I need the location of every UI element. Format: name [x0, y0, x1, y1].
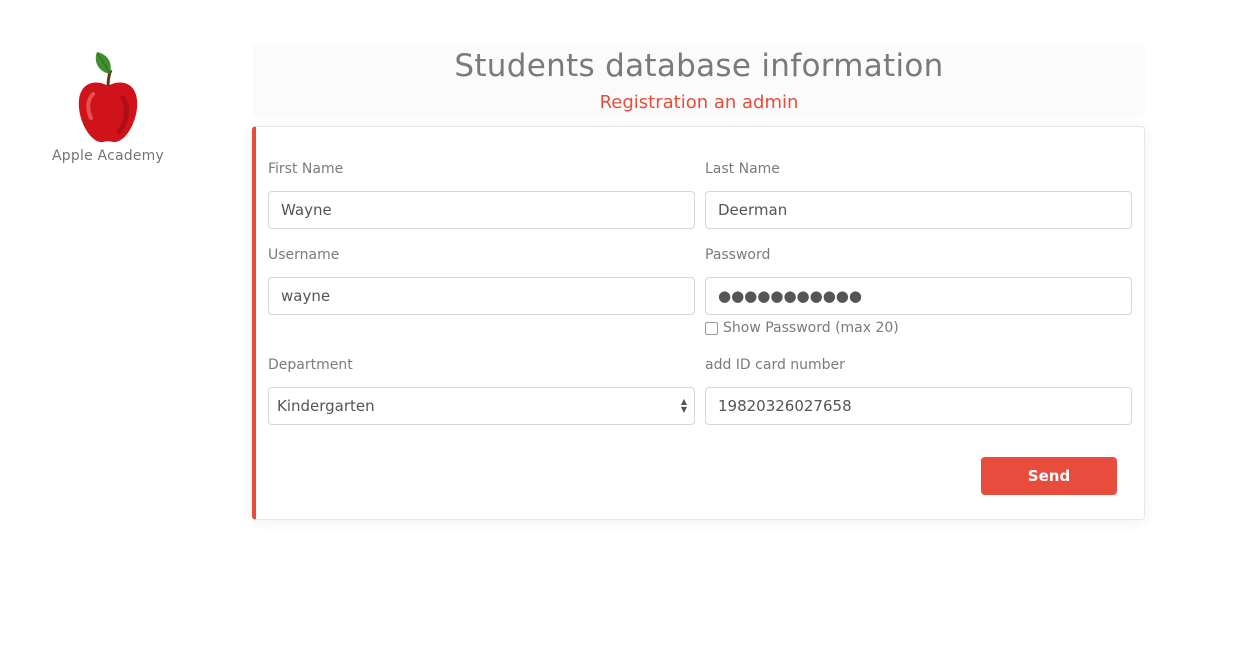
id-card-input[interactable]: 19820326027658 [705, 387, 1132, 425]
first-name-value: Wayne [281, 201, 332, 219]
department-label: Department [268, 357, 353, 373]
last-name-value: Deerman [718, 201, 788, 219]
show-password-checkbox[interactable] [705, 321, 718, 335]
username-field: Username wayne [268, 247, 695, 317]
id-card-field: add ID card number 19820326027658 [705, 357, 1132, 427]
select-arrows-icon: ▲ ▼ [680, 397, 688, 414]
username-input[interactable]: wayne [268, 277, 695, 315]
last-name-label: Last Name [705, 161, 780, 177]
send-button[interactable]: Send [981, 457, 1117, 495]
show-password-label: Show Password (max 20) [723, 320, 899, 336]
id-card-label: add ID card number [705, 357, 845, 373]
password-field: Password ●●●●●●●●●●● Show Password (max … [705, 247, 1132, 347]
first-name-field: First Name Wayne [268, 161, 695, 231]
last-name-field: Last Name Deerman [705, 161, 1132, 231]
brand-name: Apple Academy [52, 148, 164, 164]
registration-form: First Name Wayne Last Name Deerman Usern… [252, 126, 1145, 520]
brand-logo: Apple Academy [46, 48, 170, 164]
page-title: Students database information [454, 48, 944, 84]
first-name-input[interactable]: Wayne [268, 191, 695, 229]
first-name-label: First Name [268, 161, 344, 177]
id-card-value: 19820326027658 [718, 397, 852, 415]
password-value: ●●●●●●●●●●● [718, 287, 862, 305]
department-select[interactable]: Kindergarten ▲ ▼ [268, 387, 695, 425]
department-field: Department Kindergarten ▲ ▼ [268, 357, 695, 427]
show-password-row: Show Password (max 20) [705, 319, 899, 337]
last-name-input[interactable]: Deerman [705, 191, 1132, 229]
page-header: Students database information Registrati… [253, 45, 1145, 117]
password-input[interactable]: ●●●●●●●●●●● [705, 277, 1132, 315]
password-label: Password [705, 247, 771, 263]
apple-icon [78, 52, 138, 143]
username-label: Username [268, 247, 340, 263]
department-value: Kindergarten [277, 397, 375, 415]
username-value: wayne [281, 287, 331, 305]
page-subtitle: Registration an admin [599, 92, 799, 113]
